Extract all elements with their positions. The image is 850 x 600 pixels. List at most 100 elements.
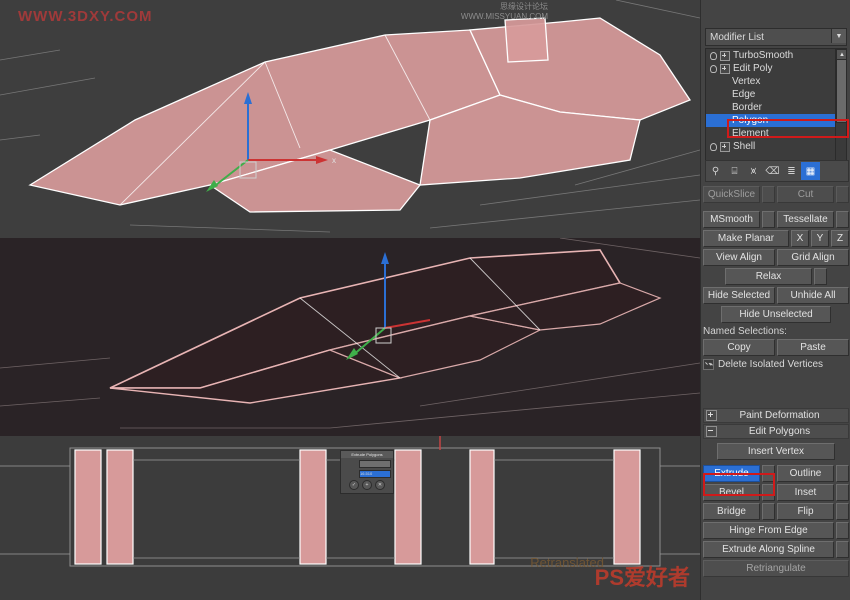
hide-row[interactable]: Hide Selected Unhide All: [703, 287, 849, 304]
msmooth-tessellate-row[interactable]: MSmooth Tessellate: [703, 211, 849, 228]
align-row[interactable]: View Align Grid Align: [703, 249, 849, 266]
expand-icon[interactable]: [720, 50, 730, 61]
caddy-row-height[interactable]: 16.510: [343, 470, 391, 478]
viewport-front-bottom[interactable]: Extrude Polygons 16.510 ✓ + ✕ Retranslat…: [0, 436, 700, 600]
checkbox-icon[interactable]: [703, 359, 714, 370]
tessellate-button[interactable]: Tessellate: [777, 211, 834, 228]
modifier-stack-area[interactable]: Modifier List ▼ TurboSmooth Edit Poly Ve…: [705, 28, 849, 176]
collapse-icon[interactable]: [720, 63, 730, 74]
extrude-along-spline-button[interactable]: Extrude Along Spline: [703, 541, 834, 558]
flip-button[interactable]: Flip: [777, 503, 834, 520]
hide-unselected-button[interactable]: Hide Unselected: [721, 306, 831, 323]
copy-paste-row[interactable]: Copy Paste: [703, 339, 849, 356]
quickslice-cut-row[interactable]: QuickSlice Cut: [703, 186, 849, 203]
extrude-along-spline-row[interactable]: Extrude Along Spline: [703, 541, 849, 558]
bridge-flip-row[interactable]: Bridge Flip: [703, 503, 849, 520]
extrude-button[interactable]: Extrude: [703, 465, 760, 482]
make-planar-x-button[interactable]: X: [791, 230, 809, 247]
quickslice-settings-button[interactable]: [762, 186, 775, 203]
bevel-inset-row[interactable]: Bevel Inset: [703, 484, 849, 501]
hinge-from-edge-settings-button[interactable]: [836, 522, 849, 539]
stack-subitem-polygon[interactable]: Polygon: [706, 114, 836, 127]
stack-item-turbosmooth[interactable]: TurboSmooth: [706, 49, 836, 62]
bridge-button[interactable]: Bridge: [703, 503, 760, 520]
delete-isolated-vertices-row[interactable]: Delete Isolated Vertices: [703, 359, 849, 370]
caddy-type-field[interactable]: [359, 460, 391, 468]
relax-row[interactable]: Relax: [703, 268, 849, 285]
hinge-from-edge-row[interactable]: Hinge From Edge: [703, 522, 849, 539]
copy-button[interactable]: Copy: [703, 339, 775, 356]
hide-unselected-row[interactable]: Hide Unselected: [703, 306, 849, 323]
cut-settings-button[interactable]: [836, 186, 849, 203]
caddy-height-field[interactable]: 16.510: [359, 470, 391, 478]
cut-button[interactable]: Cut: [777, 186, 834, 203]
retriangulate-button[interactable]: Retriangulate: [703, 560, 849, 577]
make-planar-y-button[interactable]: Y: [811, 230, 829, 247]
scrollbar-thumb[interactable]: [836, 59, 846, 123]
relax-button[interactable]: Relax: [725, 268, 812, 285]
modifier-stack-list[interactable]: TurboSmooth Edit Poly Vertex Edge Border…: [705, 48, 847, 176]
msmooth-settings-button[interactable]: [762, 211, 775, 228]
insert-vertex-button[interactable]: Insert Vertex: [717, 443, 835, 460]
hinge-from-edge-button[interactable]: Hinge From Edge: [703, 522, 834, 539]
stack-subitem-element[interactable]: Element: [706, 127, 836, 140]
stack-item-shell[interactable]: Shell: [706, 140, 836, 153]
caddy-cancel-button[interactable]: ✕: [375, 480, 385, 490]
stack-scrollbar[interactable]: ▲ ▼: [835, 49, 846, 175]
caddy-row-type[interactable]: [343, 460, 391, 468]
expand-icon[interactable]: [706, 410, 717, 421]
paste-button[interactable]: Paste: [777, 339, 849, 356]
inset-settings-button[interactable]: [836, 484, 849, 501]
extrude-settings-button[interactable]: [762, 465, 775, 482]
show-end-result-icon[interactable]: ⌸: [725, 162, 744, 180]
grid-align-button[interactable]: Grid Align: [777, 249, 849, 266]
quickslice-button[interactable]: QuickSlice: [703, 186, 760, 203]
configure-modifier-sets-icon[interactable]: ▦: [801, 162, 820, 180]
viewport-perspective-middle[interactable]: 面挤出: [0, 238, 700, 436]
extrude-caddy-dialog[interactable]: Extrude Polygons 16.510 ✓ + ✕: [340, 450, 394, 494]
paint-deformation-rollout[interactable]: Paint Deformation: [703, 408, 849, 423]
command-panel[interactable]: Modifier List ▼ TurboSmooth Edit Poly Ve…: [700, 0, 850, 600]
remove-modifier-icon[interactable]: ⌫: [763, 162, 782, 180]
lightbulb-icon[interactable]: [708, 64, 717, 73]
retriangulate-row[interactable]: Retriangulate: [703, 560, 849, 577]
inset-button[interactable]: Inset: [777, 484, 834, 501]
make-planar-row[interactable]: Make Planar X Y Z: [703, 230, 849, 247]
pin-stack-icon[interactable]: ⚲: [706, 162, 725, 180]
extrude-outline-row[interactable]: Extrude Outline: [703, 465, 849, 482]
chevron-down-icon[interactable]: ▼: [831, 29, 846, 43]
insert-vertex-row[interactable]: Insert Vertex: [703, 443, 849, 460]
caddy-apply-button[interactable]: +: [362, 480, 372, 490]
msmooth-button[interactable]: MSmooth: [703, 211, 760, 228]
relax-settings-button[interactable]: [814, 268, 827, 285]
stack-subitem-vertex[interactable]: Vertex: [706, 75, 836, 88]
paint-deformation-header[interactable]: Paint Deformation: [703, 408, 849, 423]
outline-settings-button[interactable]: [836, 465, 849, 482]
lightbulb-icon[interactable]: [708, 51, 717, 60]
collapse-icon[interactable]: [706, 426, 717, 437]
extrude-along-spline-settings-button[interactable]: [836, 541, 849, 558]
bevel-button[interactable]: Bevel: [703, 484, 760, 501]
stack-item-edit-poly[interactable]: Edit Poly: [706, 62, 836, 75]
caddy-buttons[interactable]: ✓ + ✕: [341, 478, 393, 493]
edit-polygons-header[interactable]: Edit Polygons: [703, 424, 849, 439]
unhide-all-button[interactable]: Unhide All: [777, 287, 849, 304]
lightbulb-icon[interactable]: [708, 142, 717, 151]
tessellate-settings-button[interactable]: [836, 211, 849, 228]
bridge-settings-button[interactable]: [762, 503, 775, 520]
configure-sets-icon[interactable]: ≣: [782, 162, 801, 180]
view-align-button[interactable]: View Align: [703, 249, 775, 266]
bevel-settings-button[interactable]: [762, 484, 775, 501]
viewport-area[interactable]: x WWW.3DXY.COM Extrude Polygons 16.510 ✓…: [0, 0, 700, 600]
edit-geometry-rollout[interactable]: QuickSlice Cut MSmooth Tessellate Make P…: [703, 186, 849, 370]
viewport-perspective-top[interactable]: x WWW.3DXY.COM: [0, 0, 700, 238]
make-planar-button[interactable]: Make Planar: [703, 230, 789, 247]
expand-icon[interactable]: [720, 141, 730, 152]
stack-subitem-edge[interactable]: Edge: [706, 88, 836, 101]
stack-toolbar[interactable]: ⚲ ⌸ ⩙ ⌫ ≣ ▦: [705, 160, 849, 182]
caddy-ok-button[interactable]: ✓: [349, 480, 359, 490]
edit-polygons-rollout[interactable]: Edit Polygons Insert Vertex Extrude Outl…: [703, 424, 849, 577]
modifier-list-combo[interactable]: Modifier List ▼: [705, 28, 847, 46]
hide-selected-button[interactable]: Hide Selected: [703, 287, 775, 304]
stack-subitem-border[interactable]: Border: [706, 101, 836, 114]
